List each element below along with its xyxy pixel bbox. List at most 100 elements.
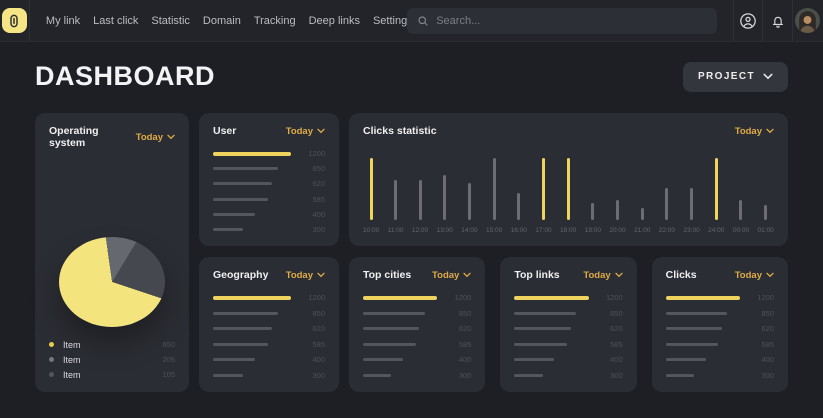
menu-item-statistic[interactable]: Statistic [151, 15, 190, 27]
legend-value: 650 [162, 340, 175, 349]
card-title: Clicks [666, 269, 697, 281]
bar-value: 850 [599, 309, 623, 318]
chart-bar [419, 180, 422, 220]
search-input[interactable] [436, 15, 707, 27]
logo-cell [0, 0, 30, 41]
legend-label: Item [63, 355, 81, 365]
period-dropdown[interactable]: Today [286, 270, 325, 281]
card-title: User [213, 125, 236, 137]
card-title: Geography [213, 269, 268, 281]
bar-row: 1200 [666, 293, 774, 302]
period-dropdown[interactable]: Today [735, 270, 774, 281]
search-bar[interactable] [407, 8, 717, 34]
x-axis-tick: 16:00 [511, 227, 527, 234]
bar-value: 1200 [750, 293, 774, 302]
menu-item-deep-links[interactable]: Deep links [309, 15, 360, 27]
period-dropdown[interactable]: Today [286, 126, 325, 137]
period-label: Today [432, 270, 459, 281]
chevron-down-icon [763, 73, 773, 80]
bar-row: 850 [666, 309, 774, 318]
page-header: DASHBOARD PROJECT [35, 61, 788, 92]
bottom-row: Top cities Today 1200850620585400300 Top… [349, 257, 788, 392]
x-axis-tick: 11:00 [388, 227, 404, 234]
period-dropdown[interactable]: Today [136, 132, 175, 143]
bar-value: 620 [301, 179, 325, 188]
bar [213, 167, 278, 170]
bar [363, 312, 425, 315]
x-axis-tick: 01:00 [758, 227, 774, 234]
bar-list: 1200850620585400300 [213, 149, 325, 234]
bar-highlight [514, 296, 588, 300]
bar-value: 300 [750, 371, 774, 380]
chart-bar [493, 158, 496, 220]
card-head: Clicks Today [666, 269, 774, 281]
period-dropdown[interactable]: Today [432, 270, 471, 281]
menu-item-setting[interactable]: Setting [373, 15, 407, 27]
chart-bar [739, 200, 742, 220]
bar [514, 374, 542, 377]
menu-item-last-click[interactable]: Last click [93, 15, 138, 27]
bar-row: 850 [213, 309, 325, 318]
bar-highlight [363, 296, 437, 300]
menu-item-my-link[interactable]: My link [46, 15, 80, 27]
bar-row: 400 [213, 210, 325, 219]
menu-item-tracking[interactable]: Tracking [254, 15, 296, 27]
bar-row: 620 [514, 324, 622, 333]
chart-bar-highlight [370, 158, 373, 220]
bar [666, 374, 694, 377]
bar-value: 300 [301, 225, 325, 234]
legend-row: Item205 [49, 354, 175, 365]
card-head: User Today [213, 125, 325, 137]
bar [213, 228, 243, 231]
bar [666, 312, 728, 315]
notifications-button[interactable] [762, 0, 791, 41]
period-label: Today [136, 132, 163, 143]
period-label: Today [735, 270, 762, 281]
dashboard-grid: Operating system Today Item650Item205Ite… [35, 113, 788, 392]
chart-bar-highlight [542, 158, 545, 220]
chart-column-22-00: 22:00 [659, 147, 675, 234]
chart-bar [468, 183, 471, 220]
card-head: Clicks statistic Today [363, 125, 774, 137]
bar [363, 327, 419, 330]
chart-column-19-00: 19:00 [585, 147, 601, 234]
x-axis-tick: 00:00 [733, 227, 749, 234]
period-label: Today [286, 270, 313, 281]
legend-label: Item [63, 370, 81, 380]
chart-column-13-00: 13:00 [437, 147, 453, 234]
x-axis-tick: 23:00 [683, 227, 699, 234]
chart-column-10-00: 10:00 [363, 147, 379, 234]
x-axis-tick: 19:00 [585, 227, 601, 234]
x-axis-tick: 20:00 [609, 227, 625, 234]
chart-bar [665, 188, 668, 220]
bar [213, 358, 255, 361]
period-label: Today [735, 126, 762, 137]
period-label: Today [583, 270, 610, 281]
period-dropdown[interactable]: Today [735, 126, 774, 137]
support-button[interactable] [733, 0, 762, 41]
x-axis-tick: 12:00 [412, 227, 428, 234]
project-dropdown-button[interactable]: PROJECT [683, 62, 788, 92]
chart-column-12-00: 12:00 [412, 147, 428, 234]
period-dropdown[interactable]: Today [583, 270, 622, 281]
bar-value: 400 [301, 355, 325, 364]
bar-value: 300 [301, 371, 325, 380]
bar-highlight [213, 152, 291, 156]
column-middle: User Today 1200850620585400300 Geography… [199, 113, 339, 392]
app-window: My link Last click Statistic Domain Tracking… [0, 0, 823, 418]
chart-bar [764, 205, 767, 220]
card-geography: Geography Today 1200850620585400300 [199, 257, 339, 392]
bar-row: 300 [666, 371, 774, 380]
x-axis-tick: 15:00 [486, 227, 502, 234]
bar-row: 300 [213, 371, 325, 380]
bar-value: 400 [599, 355, 623, 364]
bar-row: 620 [213, 324, 325, 333]
bar [213, 213, 255, 216]
chart-column-00-00: 00:00 [733, 147, 749, 234]
x-axis-tick: 18:00 [560, 227, 576, 234]
profile-button[interactable] [792, 0, 823, 41]
bar-row: 585 [363, 340, 471, 349]
app-logo[interactable] [2, 8, 27, 33]
chart-bar-highlight [567, 158, 570, 220]
menu-item-domain[interactable]: Domain [203, 15, 241, 27]
